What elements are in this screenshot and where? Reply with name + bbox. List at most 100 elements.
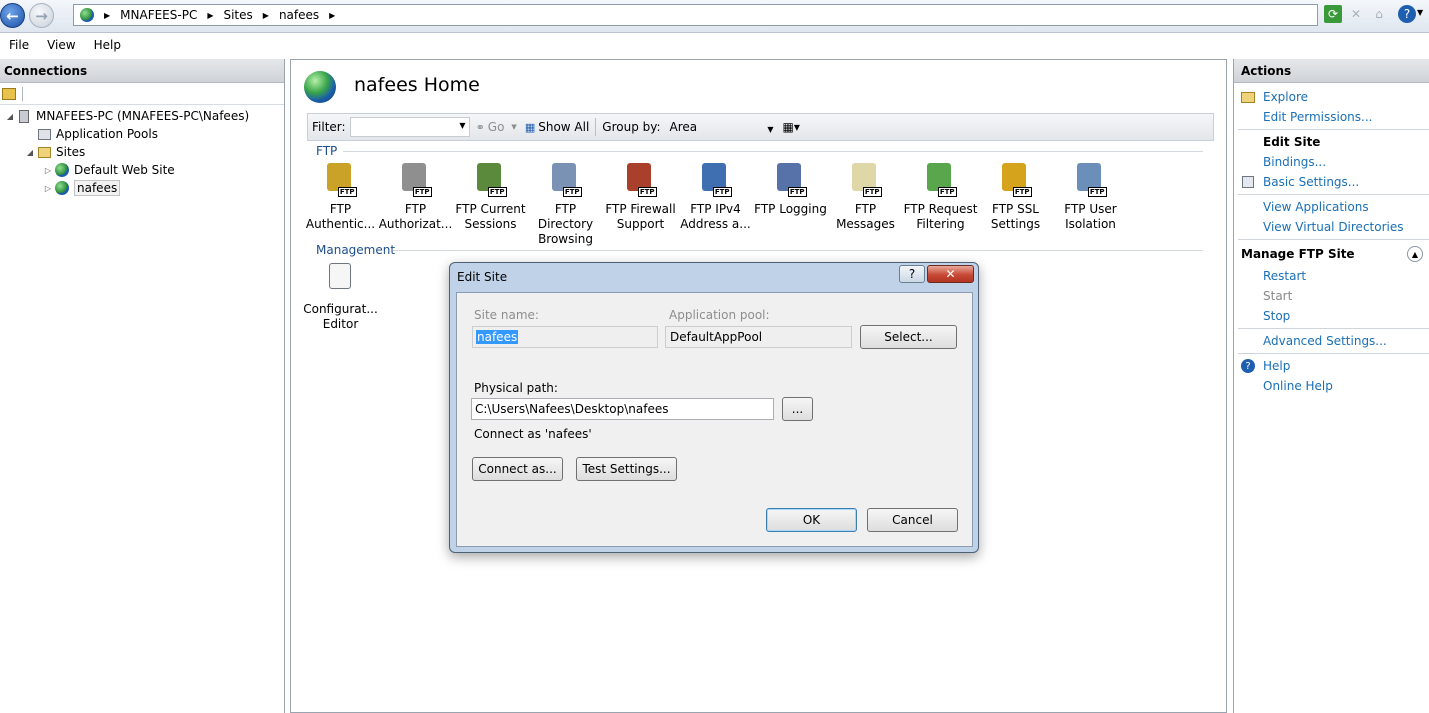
feature-item[interactable]: FTP FTP User Isolation <box>1053 163 1128 247</box>
site-name-field[interactable]: nafees <box>472 326 658 348</box>
go-button[interactable]: ⚭ Go ▼ <box>476 120 517 134</box>
action-explore[interactable]: Explore <box>1234 87 1429 107</box>
new-connection-icon[interactable] <box>2 87 16 100</box>
feature-label: FTP <box>854 202 877 216</box>
feature-label: FTP User <box>1064 202 1117 216</box>
back-button[interactable]: ← <box>0 3 25 28</box>
ftp-user-isolation-icon: FTP <box>1073 163 1109 199</box>
chevron-down-icon[interactable]: ▼ <box>459 121 465 130</box>
action-separator <box>1238 353 1429 354</box>
action-view-virtual-directories[interactable]: View Virtual Directories <box>1234 217 1429 237</box>
feature-label: Authorizat... <box>378 217 453 231</box>
menu-file[interactable]: File <box>0 38 38 52</box>
feature-item[interactable]: FTP FTP Logging <box>753 163 828 247</box>
chevron-up-icon[interactable]: ▲ <box>1407 246 1423 262</box>
action-bindings[interactable]: Bindings... <box>1234 152 1429 172</box>
view-icon[interactable]: ▦▾ <box>783 120 800 134</box>
physical-path-label: Physical path: <box>474 381 558 395</box>
action-help[interactable]: ? Help <box>1234 356 1429 376</box>
feature-configuration-editor[interactable]: Configurat... Editor <box>303 263 378 332</box>
ftp-ssl-icon: FTP <box>998 163 1034 199</box>
expand-icon[interactable]: ▷ <box>42 166 54 175</box>
feature-item[interactable]: FTP FTP Firewall Support <box>603 163 678 247</box>
expand-icon[interactable]: ▷ <box>42 184 54 193</box>
feature-item[interactable]: FTP FTP SSL Settings <box>978 163 1053 247</box>
action-label: Basic Settings... <box>1263 175 1360 189</box>
tree-node-nafees[interactable]: ▷ nafees <box>0 179 284 197</box>
collapse-icon[interactable]: ◢ <box>4 112 16 121</box>
collapse-icon[interactable]: ◢ <box>24 148 36 157</box>
action-online-help[interactable]: Online Help <box>1234 376 1429 396</box>
test-settings-button[interactable]: Test Settings... <box>576 457 677 481</box>
feature-label: FTP IPv4 <box>690 202 741 216</box>
feature-item[interactable]: FTP FTP Directory Browsing <box>528 163 603 247</box>
refresh-icon[interactable]: ⟳ <box>1324 5 1342 23</box>
feature-item[interactable]: FTP FTP Messages <box>828 163 903 247</box>
ftp-authorization-icon: FTP <box>398 163 434 199</box>
site-name-value: nafees <box>476 330 519 344</box>
action-label: Help <box>1263 359 1291 373</box>
browse-button[interactable]: ... <box>782 397 813 421</box>
ftp-features: FTP FTP Authentic... FTP FTP Authorizat... FTP… <box>303 163 1128 247</box>
breadcrumb-sites[interactable]: Sites <box>223 8 252 22</box>
breadcrumb-site[interactable]: nafees <box>279 8 319 22</box>
feature-item[interactable]: FTP FTP Request Filtering <box>903 163 978 247</box>
action-edit-permissions[interactable]: Edit Permissions... <box>1234 107 1429 127</box>
show-all-label: Show All <box>538 120 590 134</box>
connect-as-text: Connect as 'nafees' <box>474 427 592 441</box>
feature-item[interactable]: FTP FTP IPv4 Address a... <box>678 163 753 247</box>
action-restart[interactable]: Restart <box>1234 266 1429 286</box>
action-separator <box>1238 194 1429 195</box>
feature-label: Editor <box>322 317 359 331</box>
home-icon[interactable]: ⌂ <box>1370 5 1388 23</box>
feature-item[interactable]: FTP FTP Current Sessions <box>453 163 528 247</box>
action-view-applications[interactable]: View Applications <box>1234 197 1429 217</box>
forward-button[interactable]: → <box>29 3 54 28</box>
breadcrumb-server[interactable]: MNAFEES-PC <box>120 8 197 22</box>
tree-node-server[interactable]: ◢ MNAFEES-PC (MNAFEES-PC\Nafees) <box>0 107 284 125</box>
cancel-button[interactable]: Cancel <box>867 508 958 532</box>
physical-path-value: C:\Users\Nafees\Desktop\nafees <box>475 402 669 416</box>
stop-icon[interactable]: ✕ <box>1347 5 1365 23</box>
group-by-select[interactable]: Area ▼ <box>666 117 778 137</box>
globe-icon <box>54 162 70 178</box>
filter-input[interactable]: ▼ <box>349 117 470 137</box>
action-start: Start <box>1234 286 1429 306</box>
action-stop[interactable]: Stop <box>1234 306 1429 326</box>
ok-button[interactable]: OK <box>766 508 857 532</box>
physical-path-field[interactable]: C:\Users\Nafees\Desktop\nafees <box>471 398 774 420</box>
menu-view[interactable]: View <box>38 38 84 52</box>
action-separator <box>1238 129 1429 130</box>
manage-ftp-site-heading[interactable]: Manage FTP Site ▲ <box>1234 242 1429 266</box>
menu-help[interactable]: Help <box>85 38 130 52</box>
ftp-ipv4-icon: FTP <box>698 163 734 199</box>
dialog-title: Edit Site <box>457 270 508 284</box>
dialog-close-button[interactable]: ✕ <box>927 265 974 283</box>
help-icon[interactable]: ? <box>1398 5 1416 23</box>
tree-node-sites[interactable]: ◢ Sites <box>0 143 284 161</box>
action-separator <box>1238 328 1429 329</box>
filter-label: Filter: <box>312 120 346 134</box>
feature-item[interactable]: FTP FTP Authentic... <box>303 163 378 247</box>
chevron-right-icon: ▶ <box>207 10 214 20</box>
chevron-down-icon[interactable]: ▼ <box>767 121 773 139</box>
tree-node-default-web-site[interactable]: ▷ Default Web Site <box>0 161 284 179</box>
edit-site-heading: Edit Site <box>1263 135 1321 149</box>
chevron-down-icon[interactable]: ▼ <box>1417 8 1423 17</box>
feature-label: FTP <box>329 202 352 216</box>
action-basic-settings[interactable]: Basic Settings... <box>1234 172 1429 192</box>
show-all-button[interactable]: ▦ Show All <box>525 120 589 134</box>
action-advanced-settings[interactable]: Advanced Settings... <box>1234 331 1429 351</box>
feature-item[interactable]: FTP FTP Authorizat... <box>378 163 453 247</box>
ftp-authentication-icon: FTP <box>323 163 359 199</box>
connections-tree: ◢ MNAFEES-PC (MNAFEES-PC\Nafees) Applica… <box>0 105 284 197</box>
tree-node-application-pools[interactable]: Application Pools <box>0 125 284 143</box>
address-bar[interactable]: ▶ MNAFEES-PC ▶ Sites ▶ nafees ▶ <box>73 4 1318 26</box>
app-pool-value: DefaultAppPool <box>670 330 763 344</box>
select-app-pool-button[interactable]: Select... <box>860 325 957 349</box>
address-toolbar: ← → ▶ MNAFEES-PC ▶ Sites ▶ nafees ▶ ⟳ ✕ … <box>0 0 1429 33</box>
connect-as-button[interactable]: Connect as... <box>472 457 563 481</box>
feature-label: Settings <box>990 217 1041 231</box>
dialog-help-button[interactable]: ? <box>899 265 925 283</box>
tree-node-label: MNAFEES-PC (MNAFEES-PC\Nafees) <box>36 109 250 123</box>
